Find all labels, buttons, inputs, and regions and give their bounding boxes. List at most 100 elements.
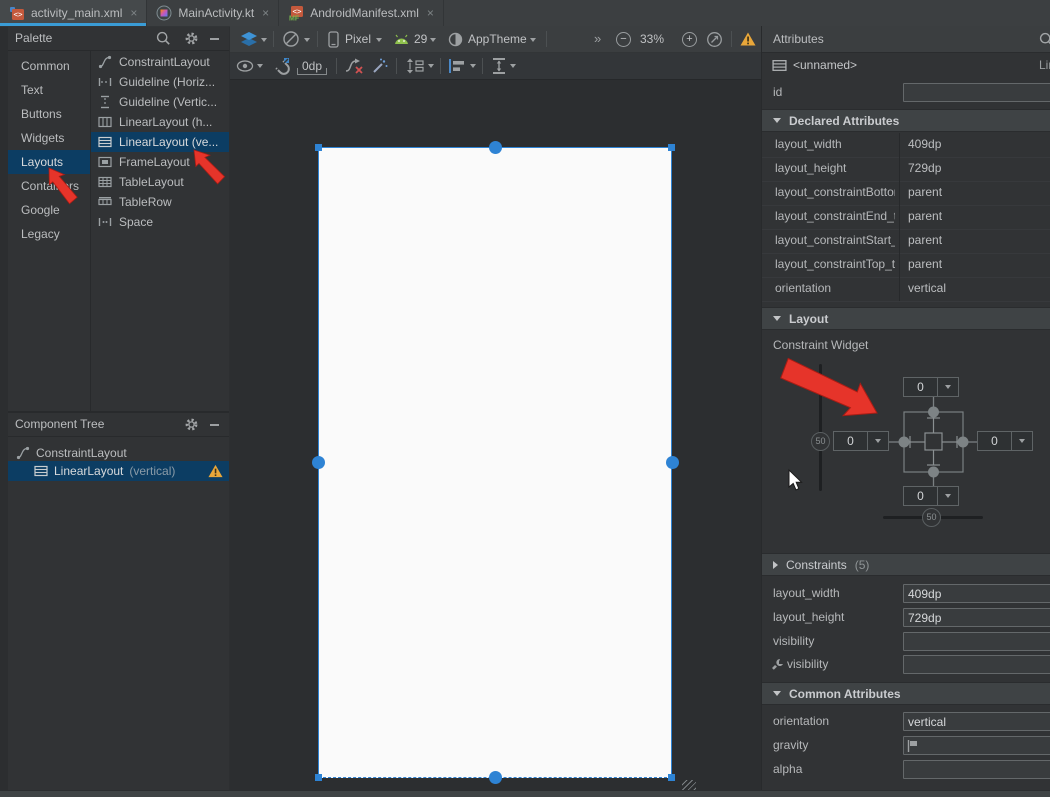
tab-mainactivity-kt[interactable]: MainActivity.kt × [147,0,279,26]
tab-close-icon[interactable]: × [130,6,137,20]
theme-selector[interactable]: AppTheme [468,32,527,46]
alpha-field[interactable] [903,760,1050,779]
view-options-eye-icon[interactable] [236,60,254,72]
tab-activity-main-xml[interactable]: <> activity_main.xml × [0,0,147,26]
layout-width-field[interactable] [903,584,1050,603]
widget-anchor-right[interactable] [958,437,969,448]
palette-item-guideline-vertical[interactable]: Guideline (Vertic... [91,92,229,112]
resize-handle-top-right[interactable] [668,144,675,151]
gear-icon[interactable] [184,31,199,46]
attribute-value[interactable]: parent [908,257,942,271]
zoom-out-button[interactable]: − [616,32,631,47]
palette-category-google[interactable]: Google [8,198,90,222]
constraint-anchor-bottom[interactable] [489,771,502,784]
palette-item-constraintlayout[interactable]: ConstraintLayout [91,52,229,72]
visibility-field[interactable] [903,632,1050,651]
widget-anchor-bottom[interactable] [928,467,939,478]
clear-constraints-icon[interactable] [344,58,364,74]
palette-item-space[interactable]: Space [91,212,229,232]
resize-handle-top-left[interactable] [315,144,322,151]
warning-icon[interactable] [740,32,756,46]
chevron-down-icon[interactable] [428,64,434,68]
resize-handle-bottom-left[interactable] [315,774,322,781]
hide-panel-icon[interactable] [210,424,219,426]
chevron-down-icon[interactable] [257,64,263,68]
constraint-anchor-left[interactable] [312,456,325,469]
tab-close-icon[interactable]: × [427,6,434,20]
declared-row[interactable]: layout_height 729dp [762,157,1050,182]
palette-category-buttons[interactable]: Buttons [8,102,90,126]
default-margin-selector[interactable]: 0dp [297,59,327,75]
margin-right-dropdown[interactable]: 0 [977,431,1033,451]
declared-row[interactable]: layout_constraintTop_toTopOf parent [762,253,1050,278]
chevron-down-icon[interactable] [510,64,516,68]
design-surface[interactable] [230,80,761,790]
toolbar-overflow-icon[interactable]: » [594,31,601,46]
resize-handle-bottom-right[interactable] [668,774,675,781]
gravity-field[interactable] [903,736,1050,755]
search-icon[interactable] [156,31,171,46]
palette-item-linearlayout-horizontal[interactable]: LinearLayout (h... [91,112,229,132]
declared-row[interactable]: layout_constraintEnd_toEndOf parent [762,205,1050,230]
palette-item-tablerow[interactable]: TableRow [91,192,229,212]
orientation-icon[interactable] [282,30,300,48]
tree-item-linearlayout-vertical[interactable]: LinearLayout(vertical) [34,461,175,481]
palette-category-text[interactable]: Text [8,78,90,102]
chevron-down-icon[interactable] [261,38,267,42]
tab-androidmanifest-xml[interactable]: <> MF AndroidManifest.xml × [279,0,444,26]
attribute-value[interactable]: 729dp [908,161,941,175]
design-surface-icon[interactable] [239,31,260,48]
constraint-anchor-right[interactable] [666,456,679,469]
palette-item-framelayout[interactable]: FrameLayout [91,152,229,172]
zoom-to-fit-icon[interactable] [707,32,722,47]
id-field[interactable] [903,83,1050,102]
attribute-value[interactable]: parent [908,185,942,199]
declared-row[interactable]: layout_width 409dp [762,133,1050,158]
hide-panel-icon[interactable] [210,38,219,40]
attribute-value[interactable]: 409dp [908,137,941,151]
flag-icon[interactable] [907,740,918,752]
palette-category-containers[interactable]: Containers [8,174,90,198]
align-icon[interactable] [448,58,466,74]
declared-row[interactable]: layout_constraintStart_toStartOf parent [762,229,1050,254]
infer-constraints-wand-icon[interactable] [371,58,388,75]
orientation-field[interactable] [903,712,1050,731]
autoconnect-magnet-icon[interactable] [272,57,290,75]
widget-anchor-top[interactable] [928,407,939,418]
palette-category-layouts[interactable]: Layouts [8,150,90,174]
selected-linearlayout-preview[interactable] [318,147,672,778]
device-selector[interactable]: Pixel [345,32,371,46]
gear-icon[interactable] [184,417,199,432]
palette-item-linearlayout-vertical[interactable]: LinearLayout (ve... [91,132,229,152]
distribute-icon[interactable] [492,57,506,75]
search-icon[interactable] [1039,32,1050,47]
chevron-down-icon[interactable] [530,38,536,42]
chevron-down-icon[interactable] [430,38,436,42]
declared-row[interactable]: layout_constraintBottom_toBottomOf paren… [762,181,1050,206]
pack-icon[interactable] [406,58,424,74]
tab-close-icon[interactable]: × [262,6,269,20]
constraint-anchor-top[interactable] [489,141,502,154]
palette-category-common[interactable]: Common [8,54,90,78]
layout-section-header[interactable]: Layout [762,307,1050,330]
api-level-selector[interactable]: 29 [414,32,427,46]
zoom-in-button[interactable]: + [682,32,697,47]
palette-category-widgets[interactable]: Widgets [8,126,90,150]
chevron-down-icon[interactable] [470,64,476,68]
margin-left-dropdown[interactable]: 0 [833,431,889,451]
declared-attributes-section-header[interactable]: Declared Attributes [762,109,1050,132]
declared-row[interactable]: orientation vertical [762,277,1050,302]
tree-item-constraintlayout[interactable]: ConstraintLayout [16,443,127,463]
palette-item-guideline-horizontal[interactable]: Guideline (Horiz... [91,72,229,92]
common-attributes-section-header[interactable]: Common Attributes [762,682,1050,705]
chevron-down-icon[interactable] [376,38,382,42]
margin-top-dropdown[interactable]: 0 [903,377,959,397]
chevron-down-icon[interactable] [304,38,310,42]
widget-anchor-left[interactable] [899,437,910,448]
layout-height-field[interactable] [903,608,1050,627]
constraints-section-header[interactable]: Constraints (5) [762,553,1050,576]
margin-bottom-dropdown[interactable]: 0 [903,486,959,506]
attribute-value[interactable]: parent [908,209,942,223]
attribute-value[interactable]: vertical [908,281,946,295]
tools-visibility-field[interactable] [903,655,1050,674]
